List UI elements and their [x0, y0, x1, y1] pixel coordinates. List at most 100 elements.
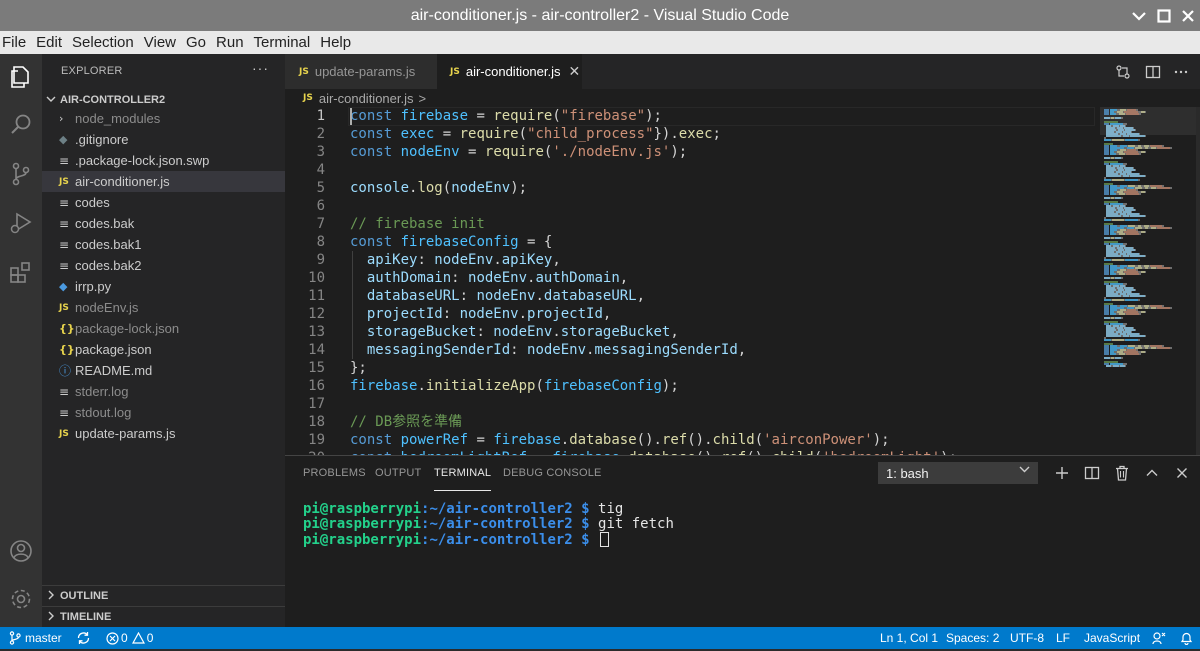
file-item[interactable]: ≡ codes.bak: [42, 213, 285, 234]
python-file-icon: ◆: [59, 280, 68, 293]
explorer-files-icon[interactable]: [0, 56, 42, 98]
line-ending[interactable]: LF: [1056, 627, 1070, 649]
minimap-line: [1106, 295, 1121, 297]
code-text: firebase.initializeApp(firebaseConfig);: [350, 377, 679, 395]
text-file-icon: ≡: [59, 153, 70, 168]
file-item[interactable]: ≡ codes.bak2: [42, 255, 285, 276]
tab-air-conditioner[interactable]: JS air-conditioner.js ✕: [437, 54, 582, 89]
branch-indicator[interactable]: master: [9, 627, 62, 649]
minimap-line: [1104, 339, 1111, 341]
menu-go[interactable]: Go: [181, 31, 211, 54]
file-item[interactable]: ≡ stderr.log: [42, 381, 285, 402]
minimap-line: [1121, 357, 1123, 359]
trash-icon[interactable]: [1112, 463, 1132, 483]
tab-problems[interactable]: PROBLEMS: [303, 456, 366, 491]
minimap-line: [1139, 193, 1141, 195]
minimap-line: [1145, 295, 1146, 297]
cursor-position[interactable]: Ln 1, Col 1: [880, 627, 938, 649]
menu-file[interactable]: File: [0, 31, 31, 54]
breadcrumb-file[interactable]: air-conditioner.js: [319, 91, 414, 106]
code-token: storageBucket: [366, 324, 477, 340]
indentation[interactable]: Spaces: 2: [946, 627, 999, 649]
line-number: 3: [316, 144, 325, 160]
menu-view[interactable]: View: [139, 31, 181, 54]
source-control-icon[interactable]: [0, 153, 42, 195]
minimap-line: [1106, 335, 1121, 337]
git-branch-icon: [9, 631, 21, 645]
menu-run[interactable]: Run: [211, 31, 249, 54]
problems-indicator[interactable]: 0 0: [106, 627, 153, 649]
file-item[interactable]: {} package.json: [42, 339, 285, 360]
menu-selection[interactable]: Selection: [67, 31, 139, 54]
minimap-line: [1121, 157, 1123, 159]
accounts-icon[interactable]: [0, 530, 42, 572]
more-actions-icon[interactable]: ···: [252, 60, 269, 76]
code-token: .: [560, 432, 570, 448]
code-line: 19 const powerRef = firebase.database().r…: [285, 431, 1095, 449]
file-item[interactable]: ≡ codes.bak1: [42, 234, 285, 255]
minimap[interactable]: [1100, 107, 1198, 455]
tab-terminal[interactable]: TERMINAL: [434, 458, 492, 491]
code-editor[interactable]: 1 const firebase = require("firebase"); 2 c…: [285, 107, 1095, 455]
tab-update-params[interactable]: JS update-params.js: [285, 54, 437, 89]
run-debug-icon[interactable]: [0, 202, 42, 244]
extensions-icon[interactable]: [0, 251, 42, 293]
maximize-icon[interactable]: [1153, 0, 1175, 31]
js-file-icon: JS: [59, 428, 69, 439]
minimap-line: [1125, 299, 1138, 301]
minimize-chevron-icon[interactable]: [1128, 0, 1150, 31]
new-terminal-icon[interactable]: [1052, 463, 1072, 483]
workspace-folder[interactable]: AIR-CONTROLLER2: [42, 90, 285, 110]
file-item[interactable]: ⓘ README.md: [42, 360, 285, 381]
close-panel-icon[interactable]: [1172, 463, 1192, 483]
file-item[interactable]: JS update-params.js: [42, 423, 285, 444]
breadcrumb[interactable]: JS air-conditioner.js >: [303, 89, 426, 107]
close-icon[interactable]: [1177, 0, 1199, 31]
chevron-up-icon[interactable]: [1142, 463, 1162, 483]
bell-icon[interactable]: [1180, 627, 1193, 649]
encoding[interactable]: UTF-8: [1010, 627, 1044, 649]
file-item[interactable]: ≡ codes: [42, 192, 285, 213]
json-file-icon: {}: [59, 322, 75, 335]
file-item[interactable]: ◆ irrp.py: [42, 276, 285, 297]
more-actions-icon[interactable]: [1171, 62, 1191, 82]
menu-edit[interactable]: Edit: [31, 31, 67, 54]
file-item[interactable]: JS nodeEnv.js: [42, 297, 285, 318]
close-tab-icon[interactable]: ✕: [569, 63, 581, 80]
file-item-label: codes: [75, 195, 110, 210]
file-item[interactable]: › node_modules: [42, 108, 285, 129]
file-item[interactable]: JS air-conditioner.js: [42, 171, 285, 192]
feedback-icon[interactable]: [1152, 627, 1166, 649]
editor-scrollbar[interactable]: [1196, 107, 1200, 455]
timeline-section[interactable]: TIMELINE: [42, 606, 285, 627]
language-mode[interactable]: JavaScript: [1084, 627, 1140, 649]
terminal-output[interactable]: pi@raspberrypi:~/air-controller2 $ tig pi…: [303, 502, 674, 548]
compare-changes-icon[interactable]: [1113, 62, 1133, 82]
minimap-line: [1145, 215, 1146, 217]
terminal-user: pi@raspberrypi: [303, 532, 422, 548]
code-token: (: [518, 126, 528, 142]
code-token: initializeApp: [425, 378, 536, 394]
file-item[interactable]: {} package-lock.json: [42, 318, 285, 339]
code-token: firebaseConfig: [400, 234, 519, 250]
gear-icon[interactable]: [0, 578, 42, 620]
search-icon[interactable]: [0, 104, 42, 146]
menu-terminal[interactable]: Terminal: [249, 31, 316, 54]
minimap-line: [1112, 339, 1124, 341]
tab-debug-console[interactable]: DEBUG CONSOLE: [503, 456, 602, 491]
code-token: const: [350, 234, 393, 250]
file-item[interactable]: ≡ stdout.log: [42, 402, 285, 423]
tab-output[interactable]: OUTPUT: [375, 456, 421, 491]
terminal-select[interactable]: 1: bash: [878, 462, 1038, 484]
file-item[interactable]: ◆ .gitignore: [42, 129, 285, 150]
line-number: 14: [308, 342, 325, 358]
outline-section[interactable]: OUTLINE: [42, 585, 285, 606]
split-terminal-icon[interactable]: [1082, 463, 1102, 483]
split-editor-icon[interactable]: [1143, 62, 1163, 82]
code-token: ,: [670, 324, 679, 340]
minimap-line: [1135, 129, 1136, 131]
sync-icon[interactable]: [76, 627, 91, 649]
file-item[interactable]: ≡ .package-lock.json.swp: [42, 150, 285, 171]
menu-help[interactable]: Help: [315, 31, 356, 54]
